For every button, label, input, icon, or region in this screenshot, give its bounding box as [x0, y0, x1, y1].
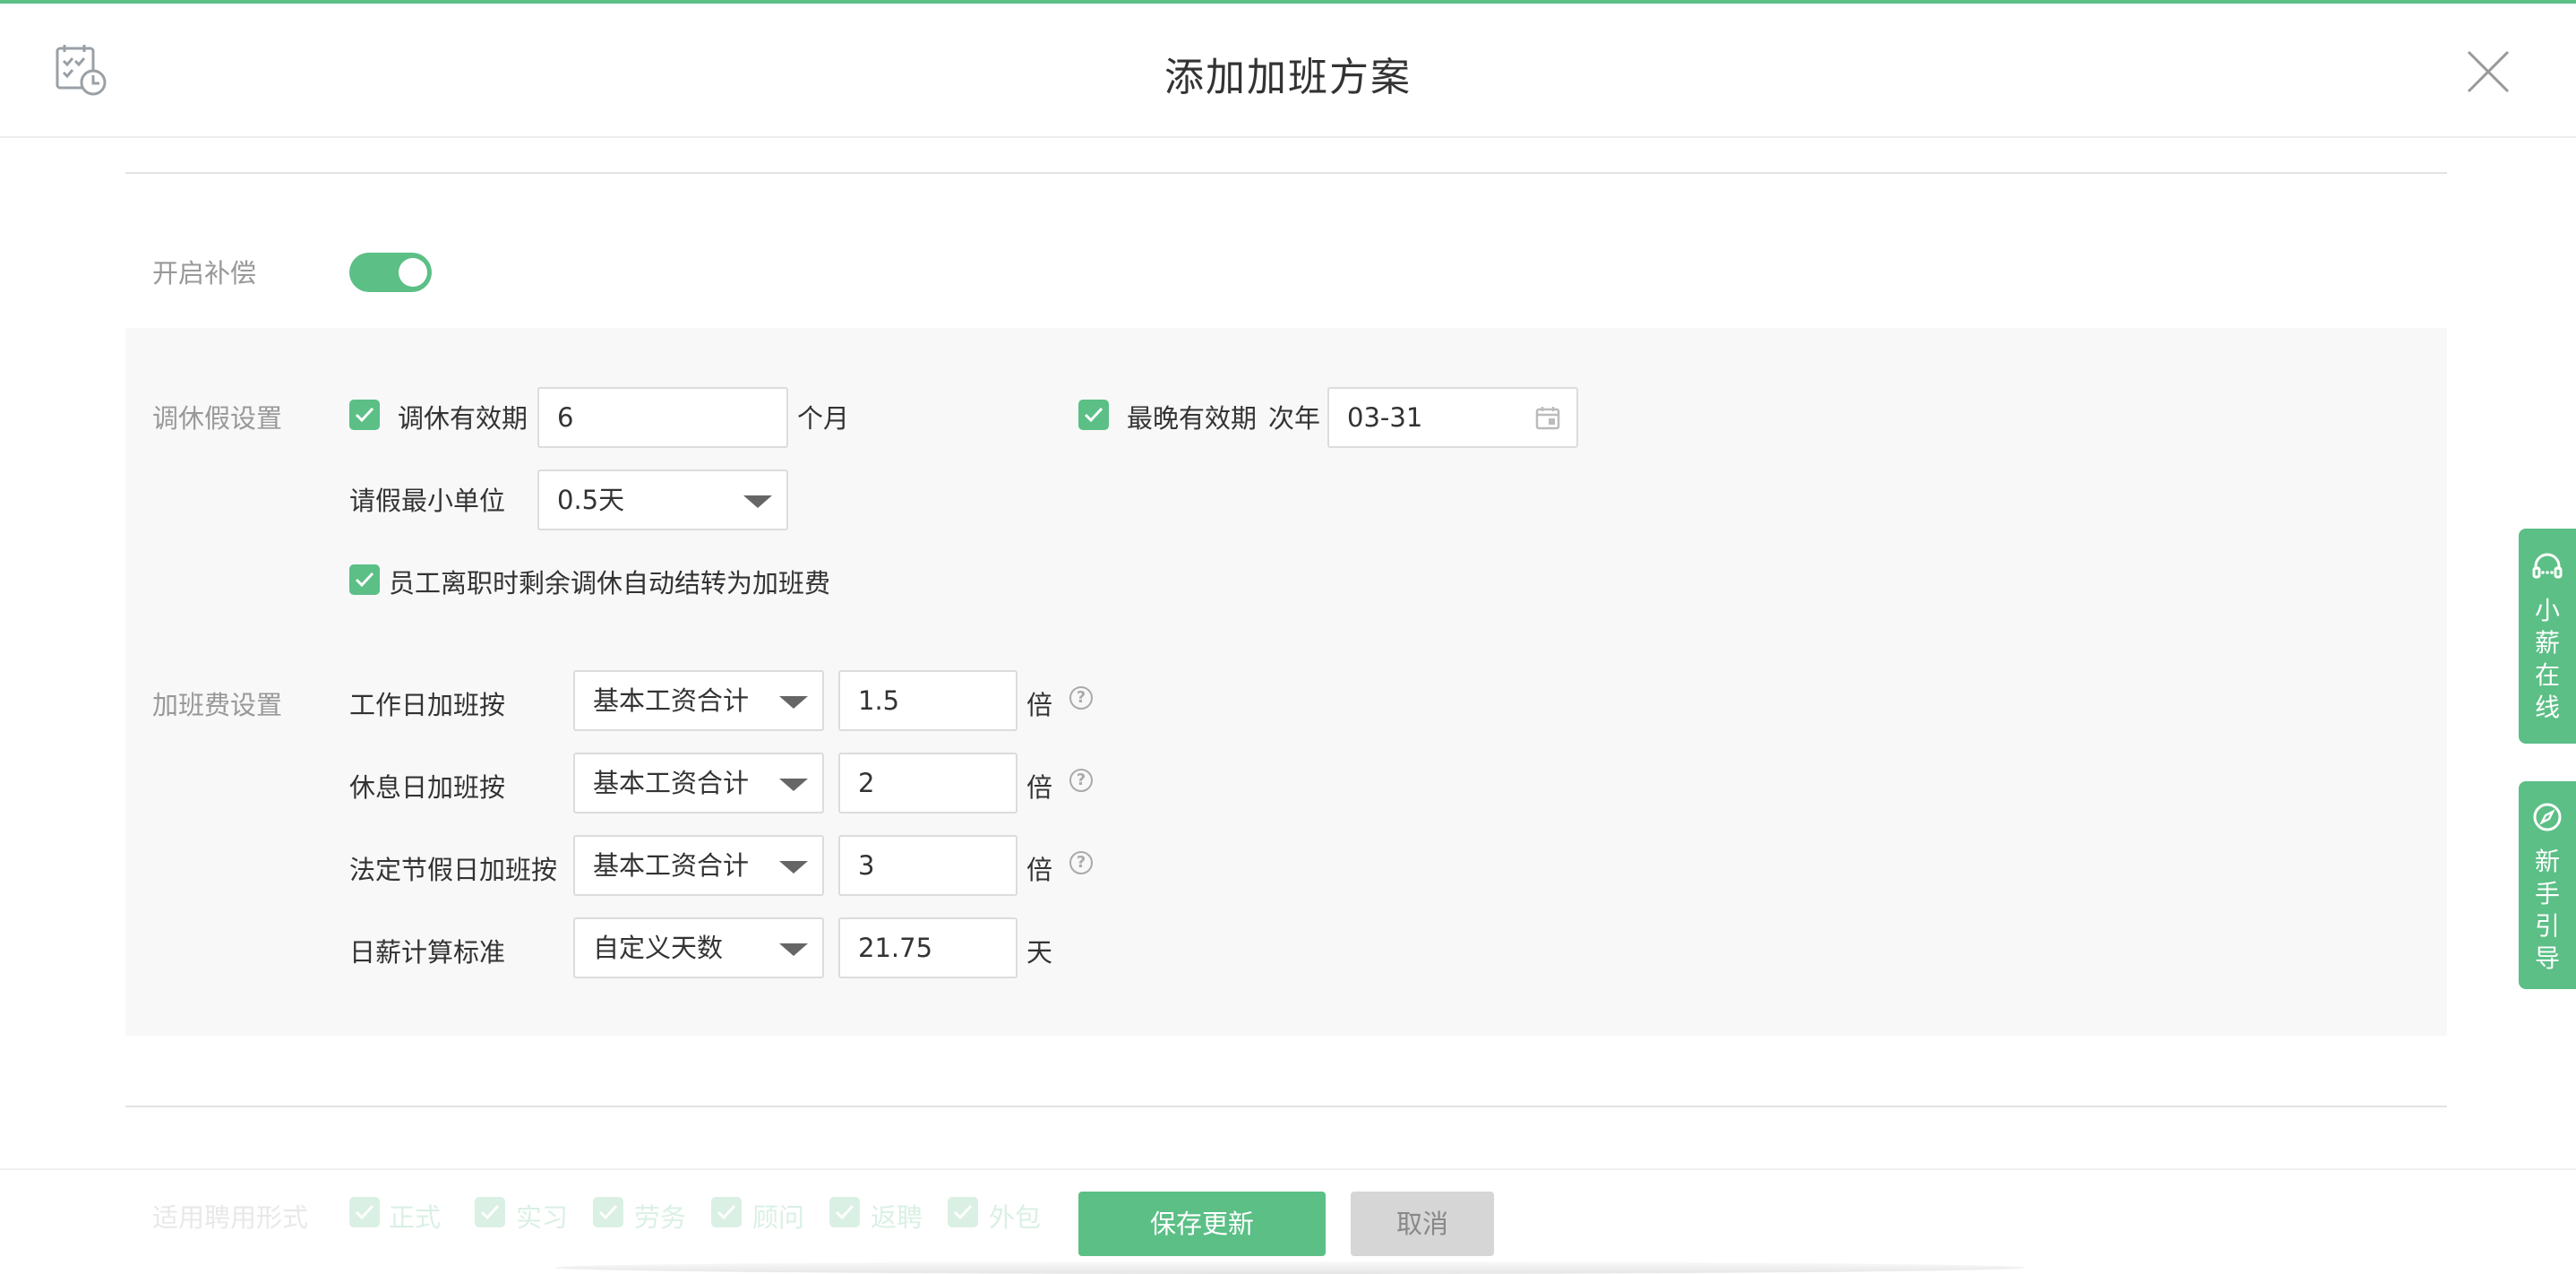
check-icon [355, 572, 374, 588]
daily-wage-basis-value: 自定义天数 [593, 933, 724, 963]
employment-type-checkbox[interactable] [349, 1197, 380, 1227]
validity-unit: 个月 [797, 403, 850, 434]
overtime-multiplier-input[interactable]: 1.5 [838, 670, 1018, 731]
employment-type-checkbox[interactable] [475, 1197, 505, 1227]
overtime-multiplier-input[interactable]: 3 [838, 835, 1018, 896]
validity-checkbox[interactable] [349, 400, 380, 430]
overtime-basis-select[interactable]: 基本工资合计 [573, 835, 824, 896]
online-support-label: 小薪在线 [2534, 596, 2560, 722]
validity-label: 调休有效期 [398, 403, 528, 434]
overtime-multiplier-input[interactable]: 2 [838, 753, 1018, 813]
overtime-basis-value: 基本工资合计 [593, 768, 750, 798]
days-unit: 天 [1026, 937, 1053, 968]
employment-types-label: 适用聘用形式 [152, 1202, 309, 1233]
latest-date-input[interactable]: 03-31 [1327, 387, 1578, 448]
check-icon [355, 1204, 374, 1220]
headset-icon [2532, 553, 2563, 579]
calendar-icon[interactable] [1535, 405, 1560, 430]
check-icon [355, 407, 374, 423]
help-icon[interactable]: ? [1069, 851, 1093, 874]
employment-type-checkbox[interactable] [829, 1197, 860, 1227]
section-divider [125, 1106, 2447, 1107]
min-unit-select[interactable]: 0.5天 [537, 469, 788, 530]
check-icon [717, 1204, 736, 1220]
help-icon[interactable]: ? [1069, 686, 1093, 710]
check-icon [1084, 407, 1103, 423]
multiplier-unit: 倍 [1026, 690, 1053, 720]
auto-convert-label: 员工离职时剩余调休自动结转为加班费 [389, 568, 831, 598]
daily-wage-label: 日薪计算标准 [349, 937, 506, 968]
chevron-down-icon [779, 696, 808, 709]
latest-validity-checkbox[interactable] [1078, 400, 1109, 430]
overtime-row-label: 休息日加班按 [349, 772, 506, 803]
compensation-label: 开启补偿 [152, 258, 257, 288]
overtime-pay-label: 加班费设置 [152, 690, 283, 720]
overtime-row-label: 法定节假日加班按 [349, 855, 558, 885]
check-icon [953, 1204, 973, 1220]
online-support-tab[interactable]: 小薪在线 [2519, 529, 2576, 744]
check-icon [835, 1204, 854, 1220]
dialog-header: 添加加班方案 [0, 4, 2576, 138]
chevron-down-icon [743, 495, 772, 508]
daily-wage-basis-select[interactable]: 自定义天数 [573, 917, 824, 978]
cancel-button[interactable]: 取消 [1351, 1192, 1494, 1256]
close-icon[interactable] [2465, 48, 2512, 95]
check-icon [598, 1204, 618, 1220]
employment-type-checkbox[interactable] [948, 1197, 978, 1227]
validity-input[interactable]: 6 [537, 387, 788, 448]
overtime-basis-value: 基本工资合计 [593, 850, 750, 881]
employment-type-label: 顾问 [752, 1202, 805, 1233]
chevron-down-icon [779, 861, 808, 874]
multiplier-unit: 倍 [1026, 855, 1053, 885]
min-unit-label: 请假最小单位 [349, 486, 506, 516]
overtime-basis-select[interactable]: 基本工资合计 [573, 670, 824, 731]
employment-type-checkbox[interactable] [711, 1197, 742, 1227]
beginner-guide-tab[interactable]: 新手引导 [2519, 781, 2576, 989]
help-icon[interactable]: ? [1069, 769, 1093, 792]
employment-type-label: 劳务 [634, 1202, 687, 1233]
leave-settings-label: 调休假设置 [152, 403, 283, 434]
bottom-shadow [555, 1261, 2024, 1274]
employment-type-checkbox[interactable] [593, 1197, 623, 1227]
employment-type-label: 实习 [516, 1202, 569, 1233]
overtime-row-label: 工作日加班按 [349, 690, 506, 720]
employment-type-label: 外包 [989, 1202, 1042, 1233]
chevron-down-icon [779, 943, 808, 956]
multiplier-unit: 倍 [1026, 772, 1053, 803]
latest-validity-label: 最晚有效期 [1127, 403, 1258, 434]
save-button[interactable]: 保存更新 [1078, 1192, 1326, 1256]
compensation-toggle[interactable] [349, 253, 432, 292]
auto-convert-checkbox[interactable] [349, 564, 380, 595]
employment-type-label: 返聘 [871, 1202, 923, 1233]
check-icon [480, 1204, 500, 1220]
next-year-label: 次年 [1268, 403, 1321, 434]
overtime-basis-value: 基本工资合计 [593, 685, 750, 716]
employment-type-label: 正式 [389, 1202, 442, 1233]
chevron-down-icon [779, 779, 808, 791]
dialog-title: 添加加班方案 [1164, 55, 1412, 100]
daily-wage-days-input[interactable]: 21.75 [838, 917, 1018, 978]
overtime-basis-select[interactable]: 基本工资合计 [573, 753, 824, 813]
beginner-guide-label: 新手引导 [2534, 847, 2560, 973]
latest-date-value: 03-31 [1347, 402, 1423, 433]
toggle-knob [399, 258, 427, 287]
min-unit-value: 0.5天 [557, 485, 625, 515]
section-divider [125, 172, 2447, 174]
compass-icon [2533, 803, 2562, 831]
